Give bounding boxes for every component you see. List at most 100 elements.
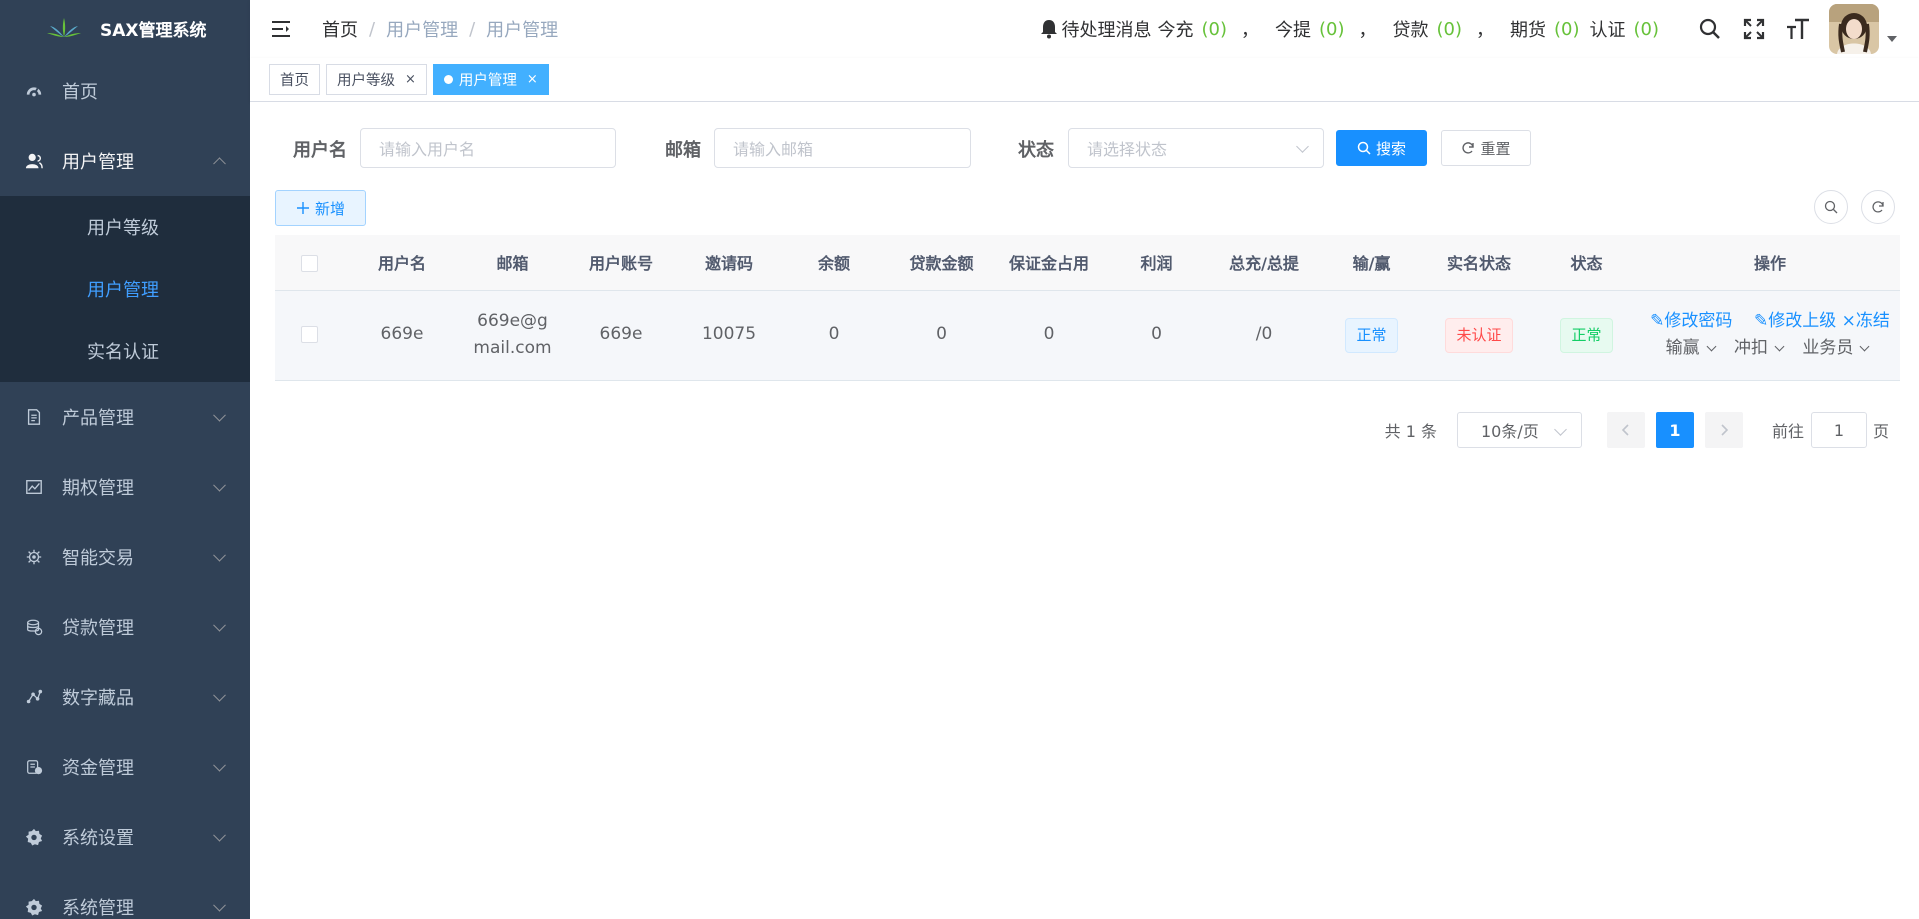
menu-item-system-management[interactable]: 系统管理 — [0, 872, 250, 919]
menu-item-system-settings[interactable]: 系统设置 — [0, 802, 250, 872]
change-password-label: 修改密码 — [1664, 310, 1733, 331]
close-icon[interactable]: × — [405, 72, 416, 87]
menu-item-product-management[interactable]: 产品管理 — [0, 382, 250, 452]
breadcrumb-item-home[interactable]: 首页 — [322, 16, 358, 42]
win-lose-dropdown[interactable]: 输赢 — [1666, 338, 1721, 358]
chevron-down-icon — [213, 828, 226, 842]
goto-page-input[interactable]: 1 — [1810, 412, 1867, 448]
win-lose-dropdown-label: 输赢 — [1665, 338, 1700, 358]
add-button[interactable]: 新增 — [275, 190, 366, 226]
chevron-down-icon — [1774, 341, 1785, 352]
breadcrumb-item-current: 用户管理 — [486, 20, 559, 41]
freeze-link[interactable]: ×冻结 — [1842, 311, 1890, 331]
username-input[interactable]: 请输入用户名 — [360, 128, 616, 168]
network-icon — [24, 687, 44, 707]
tag-user-level[interactable]: 用户等级 × — [326, 64, 427, 95]
toggle-search-button[interactable] — [1814, 190, 1848, 224]
cell-realname-status: 未认证 — [1425, 290, 1533, 381]
comma: ， — [1241, 20, 1259, 41]
prev-page-button[interactable] — [1606, 412, 1645, 448]
page-number-current[interactable]: 1 — [1655, 412, 1694, 448]
counter-recharge-value: (0) — [1201, 18, 1228, 40]
menu-label: 贷款管理 — [62, 618, 134, 639]
menu-item-smart-trading[interactable]: 智能交易 — [0, 522, 250, 592]
search-button[interactable]: 搜索 — [1336, 130, 1427, 166]
menu-item-home[interactable]: 首页 — [0, 56, 250, 126]
counter-futures-value: (0) — [1554, 18, 1580, 40]
menu-label: 产品管理 — [62, 408, 134, 429]
pending-messages-label: 待处理消息 — [1061, 20, 1152, 41]
status-placeholder: 请选择状态 — [1087, 140, 1168, 159]
table-header: 操作 — [1640, 235, 1900, 291]
table-header: 用户名 — [343, 235, 461, 291]
tag-user-management[interactable]: 用户管理 × — [432, 64, 549, 95]
chevron-down-icon — [213, 548, 226, 562]
row-select-cell — [275, 290, 343, 381]
avatar[interactable] — [1829, 4, 1879, 54]
gear-small-icon — [24, 547, 44, 567]
status-select[interactable]: 请选择状态 — [1068, 128, 1324, 168]
offset-dropdown-label: 冲扣 — [1734, 338, 1768, 358]
search-form: 用户名 请输入用户名 邮箱 请输入邮箱 状态 请选择状态 搜索 重置 — [250, 102, 1919, 192]
menu-item-option-management[interactable]: 期权管理 — [0, 452, 250, 522]
change-password-link[interactable]: ✎修改密码 — [1650, 311, 1732, 331]
close-icon: × — [1841, 310, 1856, 331]
tag-home[interactable]: 首页 — [269, 64, 320, 95]
cell-status: 正常 — [1533, 290, 1640, 381]
cell-username: 669e — [343, 290, 461, 381]
search-icon[interactable] — [1697, 16, 1723, 42]
reset-button[interactable]: 重置 — [1441, 130, 1531, 166]
table-header: 邮箱 — [461, 235, 564, 291]
reset-button-label: 重置 — [1480, 139, 1511, 158]
fullscreen-icon[interactable] — [1741, 16, 1767, 42]
pending-messages[interactable]: 待处理消息 今充 (0) ， 今提 (0) ， 贷款 (0) ， 期货 (0) … — [1040, 16, 1670, 42]
edit-icon: ✎ — [1753, 310, 1769, 331]
counter-auth-label: 认证 — [1589, 20, 1626, 41]
menu-item-user-management[interactable]: 用户管理 — [0, 126, 250, 196]
status-label: 状态 — [1018, 140, 1054, 161]
win-lose-badge: 正常 — [1345, 317, 1398, 353]
menu-label: 用户管理 — [62, 152, 134, 173]
chevron-down-icon — [213, 478, 226, 492]
refresh-button[interactable] — [1861, 190, 1895, 224]
row-checkbox[interactable] — [300, 325, 318, 343]
page-size-select[interactable]: 10条/页 — [1456, 412, 1582, 448]
navbar: 首页 / 用户管理 / 用户管理 待处理消息 今充 (0) ， 今提 (0) ，… — [250, 0, 1919, 58]
hamburger-icon[interactable] — [270, 18, 292, 40]
settings-icon — [24, 897, 44, 917]
cell-email-text: 669e@gmail.com — [473, 310, 552, 358]
coins-icon — [24, 617, 44, 637]
offset-dropdown[interactable]: 冲扣 — [1734, 338, 1789, 358]
change-superior-link[interactable]: ✎修改上级 — [1754, 311, 1836, 331]
cell-email: 669e@gmail.com — [461, 290, 564, 381]
menu-label: 系统设置 — [62, 828, 134, 849]
menu-item-digital-collectibles[interactable]: 数字藏品 — [0, 662, 250, 732]
logo[interactable]: SAX管理系统 — [0, 0, 250, 56]
menu-item-loan-management[interactable]: 贷款管理 — [0, 592, 250, 662]
bell-icon — [1040, 20, 1057, 39]
select-all-checkbox[interactable] — [300, 254, 318, 272]
table-header: 保证金占用 — [995, 235, 1103, 291]
counter-auth-value: (0) — [1633, 18, 1660, 40]
submenu-item-realname-auth[interactable]: 实名认证 — [0, 320, 250, 382]
salesman-dropdown[interactable]: 业务员 — [1802, 338, 1874, 358]
email-placeholder: 请输入邮箱 — [733, 140, 814, 159]
cell-margin: 0 — [995, 290, 1103, 381]
status-badge: 正常 — [1560, 317, 1613, 353]
submenu-item-user-level[interactable]: 用户等级 — [0, 196, 250, 258]
email-input[interactable]: 请输入邮箱 — [714, 128, 971, 168]
page-suffix: 页 — [1872, 422, 1889, 441]
table-row[interactable]: 669e 669e@gmail.com 669e 10075 0 0 0 0 /… — [275, 290, 1900, 381]
counter-recharge-label: 今充 — [1157, 20, 1194, 41]
username-label: 用户名 — [293, 140, 347, 161]
search-icon — [1357, 141, 1371, 155]
chevron-up-icon — [213, 157, 226, 171]
menu-label: 智能交易 — [62, 548, 134, 569]
next-page-button[interactable] — [1704, 412, 1743, 448]
caret-down-icon[interactable] — [1887, 36, 1897, 42]
font-size-icon[interactable] — [1785, 16, 1811, 42]
table-header: 余额 — [780, 235, 888, 291]
close-icon[interactable]: × — [527, 72, 538, 87]
menu-item-fund-management[interactable]: 资金管理 — [0, 732, 250, 802]
submenu-item-user-management[interactable]: 用户管理 — [0, 258, 250, 320]
